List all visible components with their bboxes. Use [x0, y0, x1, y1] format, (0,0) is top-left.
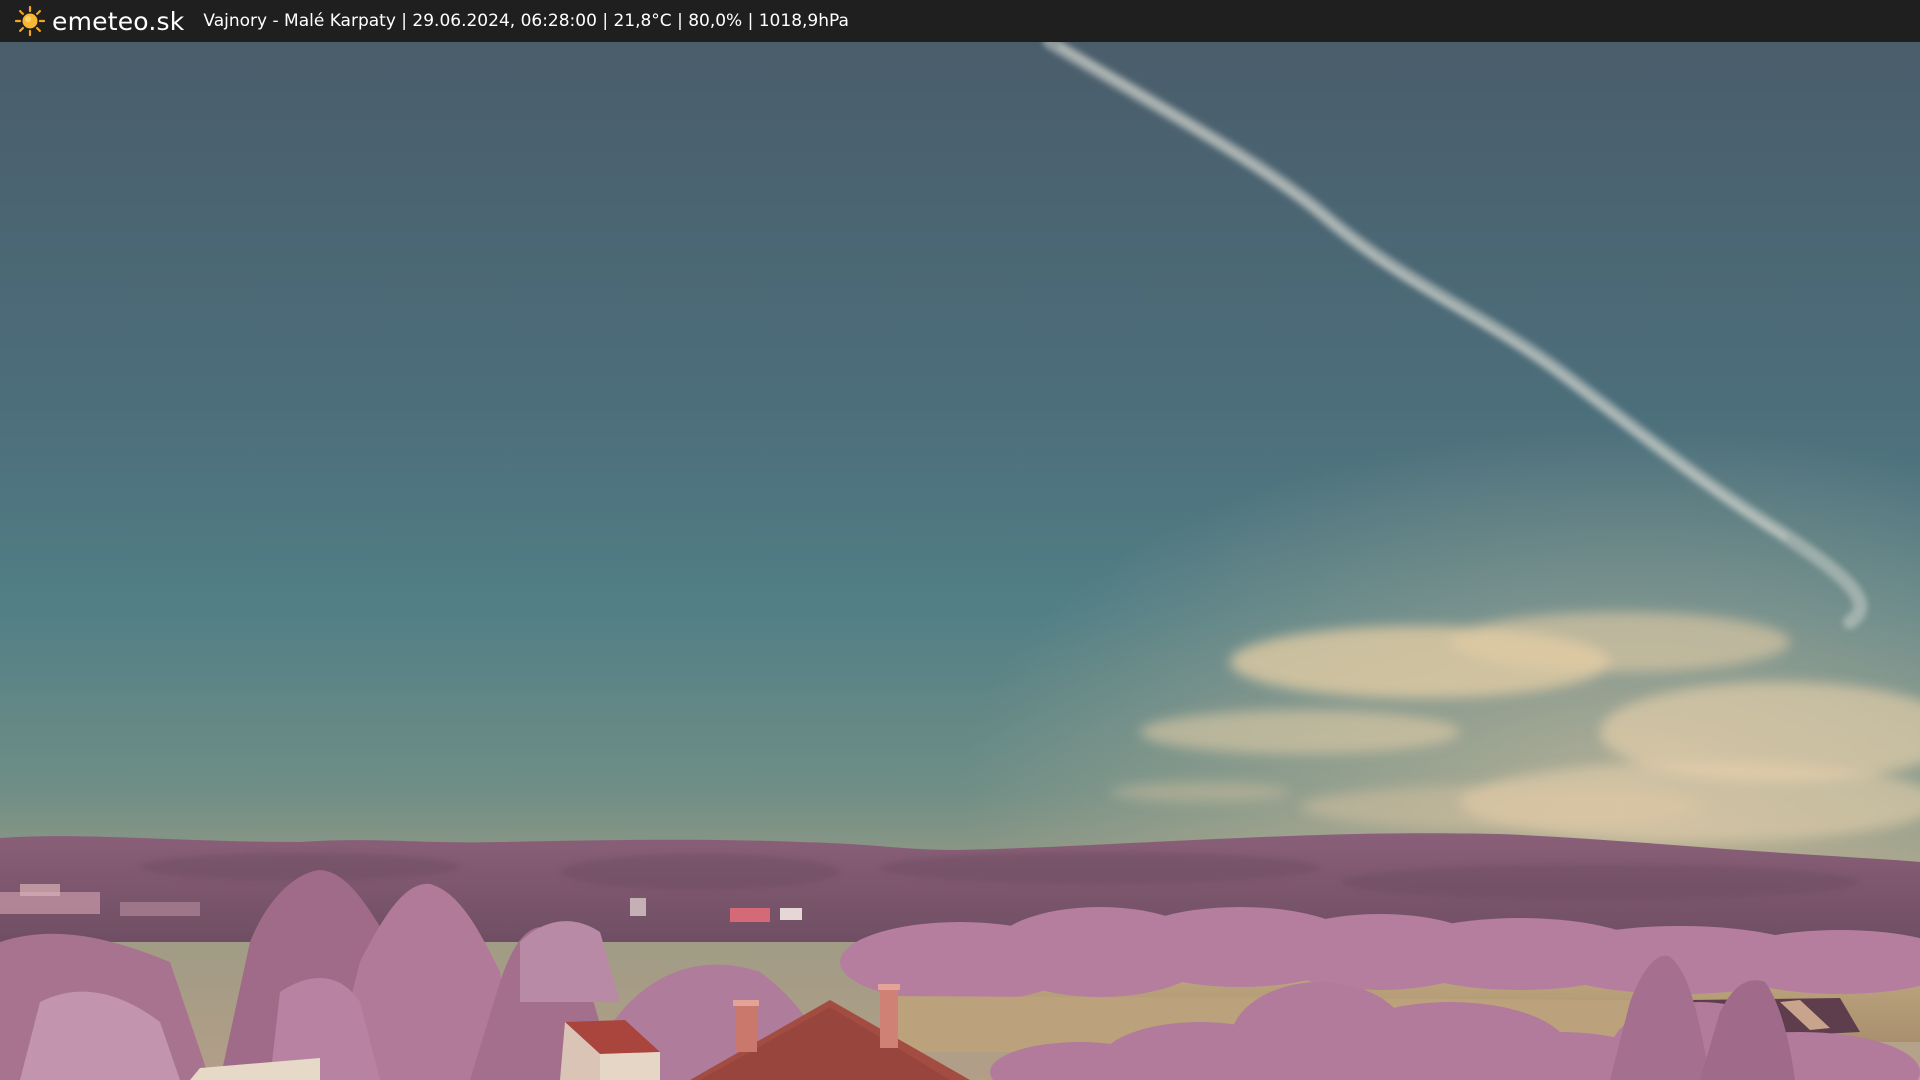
- brand-name: emeteo.sk: [52, 6, 185, 36]
- webcam-image: [0, 42, 1920, 1080]
- sun-icon: [14, 5, 46, 37]
- header-bar: emeteo.sk Vajnory - Malé Karpaty | 29.06…: [0, 0, 1920, 42]
- weather-caption: Vajnory - Malé Karpaty | 29.06.2024, 06:…: [203, 11, 849, 31]
- brand[interactable]: emeteo.sk: [14, 5, 184, 37]
- webcam-page: emeteo.sk Vajnory - Malé Karpaty | 29.06…: [0, 0, 1920, 1080]
